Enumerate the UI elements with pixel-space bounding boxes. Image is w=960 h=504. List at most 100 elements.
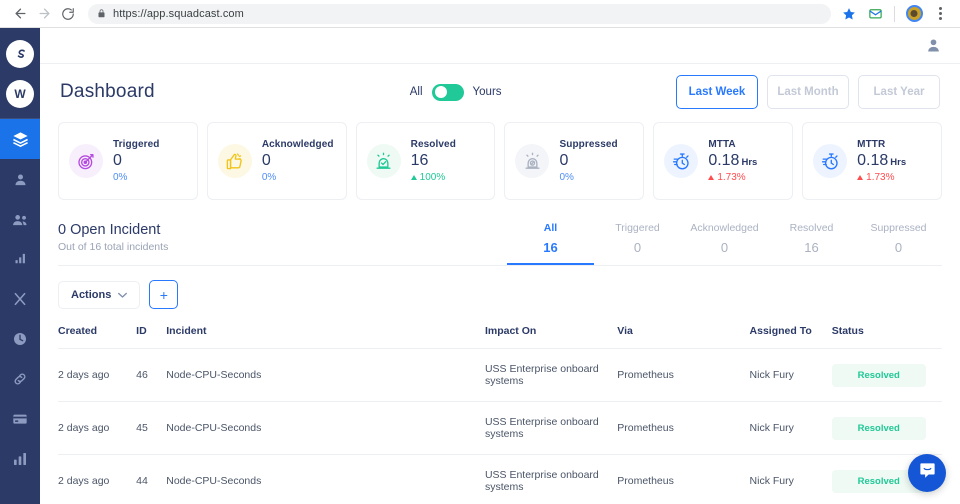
target-icon — [69, 144, 103, 178]
cell-status: Resolved — [832, 349, 942, 402]
cell-impact: USS Enterprise onboard systems — [485, 349, 617, 402]
stat-label: Acknowledged — [262, 139, 334, 150]
cell-created: 2 days ago — [58, 402, 136, 455]
app-topbar — [40, 28, 960, 64]
user-avatar-icon[interactable] — [925, 37, 942, 54]
col-status[interactable]: Status — [832, 325, 942, 349]
tab-suppressed[interactable]: Suppressed 0 — [855, 222, 942, 265]
cell-id: 45 — [136, 402, 166, 455]
stat-label: Resolved — [411, 139, 456, 150]
stat-delta: 0% — [559, 172, 617, 183]
col-incident[interactable]: Incident — [166, 325, 485, 349]
squadcast-logo-icon[interactable] — [6, 40, 34, 68]
table-header-row: Created ID Incident Impact On Via Assign… — [58, 325, 942, 349]
table-row[interactable]: 2 days ago 44 Node-CPU-Seconds USS Enter… — [58, 455, 942, 504]
range-last-year[interactable]: Last Year — [858, 75, 940, 109]
col-created[interactable]: Created — [58, 325, 136, 349]
main-area: Dashboard All Yours Last Week Last Month… — [40, 28, 960, 504]
col-impact-on[interactable]: Impact On — [485, 325, 617, 349]
tab-triggered[interactable]: Triggered 0 — [594, 222, 681, 265]
mail-extension-icon[interactable] — [863, 2, 887, 26]
cell-created: 2 days ago — [58, 455, 136, 504]
sidebar-item-services[interactable] — [0, 119, 40, 159]
open-incident-subtitle: Out of 16 total incidents — [58, 241, 168, 253]
stat-value: 0 — [559, 150, 568, 172]
url-text: https://app.squadcast.com — [113, 8, 244, 20]
plus-icon: + — [160, 287, 168, 303]
sidebar-item-reports[interactable] — [0, 439, 40, 479]
incident-summary: 0 Open Incident Out of 16 total incident… — [58, 222, 942, 266]
sidebar-item-integrations[interactable] — [0, 359, 40, 399]
table-row[interactable]: 2 days ago 45 Node-CPU-Seconds USS Enter… — [58, 402, 942, 455]
address-bar[interactable]: https://app.squadcast.com — [88, 4, 831, 24]
status-badge: Resolved — [832, 417, 926, 440]
cell-impact: USS Enterprise onboard systems — [485, 402, 617, 455]
stat-cards: Triggered 0 0% Acknowledged 0 0% — [58, 122, 942, 200]
toolbar-actions — [837, 2, 952, 26]
cell-incident[interactable]: Node-CPU-Seconds — [166, 455, 485, 504]
switch-knob — [435, 86, 447, 98]
stat-delta: 1.73% — [708, 172, 757, 183]
reload-button[interactable] — [56, 2, 80, 26]
actions-label: Actions — [71, 289, 111, 301]
toggle-label-all: All — [410, 86, 423, 98]
cell-impact: USS Enterprise onboard systems — [485, 455, 617, 504]
stopwatch-icon — [664, 144, 698, 178]
stat-card-mtta[interactable]: MTTA 0.18Hrs 1.73% — [653, 122, 793, 200]
cell-incident[interactable]: Node-CPU-Seconds — [166, 349, 485, 402]
chrome-profile-avatar[interactable] — [902, 2, 926, 26]
stat-card-resolved[interactable]: Resolved 16 100% — [356, 122, 496, 200]
cell-incident[interactable]: Node-CPU-Seconds — [166, 402, 485, 455]
scope-switch[interactable] — [432, 84, 464, 101]
tab-acknowledged[interactable]: Acknowledged 0 — [681, 222, 768, 265]
cell-assigned: Nick Fury — [750, 402, 832, 455]
stat-label: Triggered — [113, 139, 159, 150]
workspace-avatar[interactable]: W — [6, 80, 34, 108]
range-last-month[interactable]: Last Month — [767, 75, 849, 109]
page-title: Dashboard — [60, 81, 155, 103]
lock-icon — [97, 9, 106, 18]
chevron-down-icon — [118, 290, 127, 300]
sidebar-item-tools[interactable] — [0, 279, 40, 319]
actions-dropdown[interactable]: Actions — [58, 281, 140, 309]
scope-toggle[interactable]: All Yours — [410, 84, 502, 101]
stat-delta: 1.73% — [857, 172, 906, 183]
stat-value: 0 — [262, 150, 271, 172]
table-toolbar: Actions + — [58, 280, 942, 309]
stat-card-triggered[interactable]: Triggered 0 0% — [58, 122, 198, 200]
star-icon[interactable] — [837, 2, 861, 26]
tab-all[interactable]: All 16 — [507, 222, 594, 265]
incidents-table: Created ID Incident Impact On Via Assign… — [58, 325, 942, 504]
summary-text: 0 Open Incident Out of 16 total incident… — [58, 222, 168, 265]
sidebar-item-user[interactable] — [0, 159, 40, 199]
cell-id: 44 — [136, 455, 166, 504]
sidebar: W — [0, 28, 40, 504]
stat-label: MTTA — [708, 139, 757, 150]
cell-via: Prometheus — [617, 349, 749, 402]
back-button[interactable] — [8, 2, 32, 26]
sidebar-item-analytics[interactable] — [0, 239, 40, 279]
stat-unit: Hrs — [890, 157, 906, 170]
tab-resolved[interactable]: Resolved 16 — [768, 222, 855, 265]
forward-button[interactable] — [32, 2, 56, 26]
table-row[interactable]: 2 days ago 46 Node-CPU-Seconds USS Enter… — [58, 349, 942, 402]
range-last-week[interactable]: Last Week — [676, 75, 758, 109]
page-header: Dashboard All Yours Last Week Last Month… — [58, 64, 942, 120]
kebab-menu-icon[interactable] — [928, 2, 952, 26]
stat-value: 0.18 — [857, 150, 888, 172]
sidebar-item-teams[interactable] — [0, 199, 40, 239]
stat-unit: Hrs — [741, 157, 757, 170]
stat-card-acknowledged[interactable]: Acknowledged 0 0% — [207, 122, 347, 200]
cell-assigned: Nick Fury — [750, 455, 832, 504]
cell-assigned: Nick Fury — [750, 349, 832, 402]
sidebar-item-schedules[interactable] — [0, 319, 40, 359]
intercom-chat-button[interactable] — [908, 454, 946, 492]
col-assigned-to[interactable]: Assigned To — [750, 325, 832, 349]
col-id[interactable]: ID — [136, 325, 166, 349]
stat-card-mttr[interactable]: MTTR 0.18Hrs 1.73% — [802, 122, 942, 200]
stat-card-suppressed[interactable]: Suppressed 0 0% — [504, 122, 644, 200]
add-incident-button[interactable]: + — [149, 280, 178, 309]
app-shell: W — [0, 28, 960, 504]
sidebar-item-billing[interactable] — [0, 399, 40, 439]
col-via[interactable]: Via — [617, 325, 749, 349]
